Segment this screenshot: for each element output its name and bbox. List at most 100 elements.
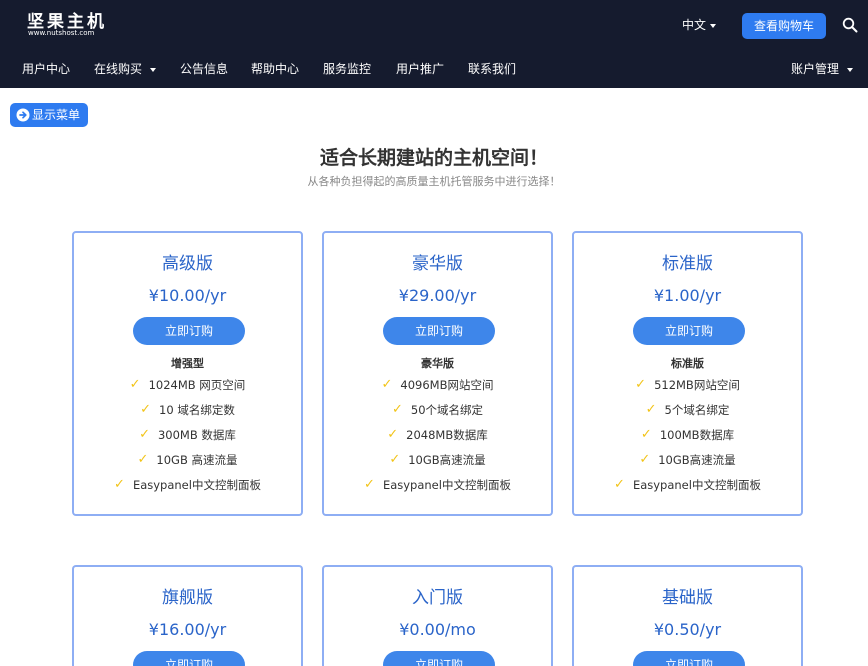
feature-item: ✓ 512MB网站空间 xyxy=(574,372,801,397)
plan-card-starter: 入门版 ¥0.00/mo 立即订购 xyxy=(322,565,553,666)
plan-name: 入门版 xyxy=(412,588,463,608)
check-icon: ✓ xyxy=(381,376,393,392)
feature-text: Easypanel中文控制面板 xyxy=(632,477,761,492)
feature-text: 5个域名绑定 xyxy=(664,402,730,417)
show-menu-button[interactable]: 显示菜单 xyxy=(10,103,88,127)
feature-item: ✓ 2048MB数据库 xyxy=(324,422,551,447)
view-cart-button[interactable]: 查看购物车 xyxy=(742,13,826,39)
nav-item-help-center[interactable]: 帮助中心 xyxy=(251,61,299,77)
order-button[interactable]: 立即订购 xyxy=(633,317,745,345)
order-button[interactable]: 立即订购 xyxy=(133,317,245,345)
check-icon: ✓ xyxy=(364,476,375,492)
feature-text: 10GB高速流量 xyxy=(408,452,486,467)
show-menu-label: 显示菜单 xyxy=(32,108,81,122)
search-icon[interactable] xyxy=(842,17,858,33)
nav-item-announcements[interactable]: 公告信息 xyxy=(180,61,228,77)
feature-list: ✓ 512MB网站空间 ✓ 5个域名绑定 ✓ 100MB数据库 ✓ 10GB高速流量 ✓… xyxy=(574,372,801,497)
plan-price: ¥29.00/yr xyxy=(398,286,477,305)
check-icon: ✓ xyxy=(614,476,625,492)
order-button[interactable]: 立即订购 xyxy=(383,317,495,345)
check-icon: ✓ xyxy=(645,401,657,417)
plan-price: ¥0.50/yr xyxy=(653,620,722,639)
plan-card-flagship: 旗舰版 ¥16.00/yr 立即订购 xyxy=(72,565,303,666)
feature-text: 2048MB数据库 xyxy=(406,427,488,442)
feature-item: ✓ Easypanel中文控制面板 xyxy=(324,472,551,497)
feature-item: ✓ 10GB高速流量 xyxy=(324,447,551,472)
account-menu-label: 账户管理 xyxy=(791,62,840,76)
order-button[interactable]: 立即订购 xyxy=(633,651,745,666)
feature-item: ✓ 100MB数据库 xyxy=(574,422,801,447)
feature-list: ✓ 1024MB 网页空间 ✓ 10 域名绑定数 ✓ 300MB 数据库 ✓ 10GB … xyxy=(74,372,301,497)
chevron-down-icon xyxy=(150,67,157,72)
nav-item-buy-online-label: 在线购买 xyxy=(94,62,143,76)
language-label: 中文 xyxy=(682,18,707,32)
plan-name: 高级版 xyxy=(162,254,213,274)
plan-name: 基础版 xyxy=(662,588,713,608)
page-subtitle: 从各种负担得起的高质量主机托管服务中进行选择！ xyxy=(307,175,561,188)
plan-price: ¥10.00/yr xyxy=(148,286,227,305)
feature-item: ✓ 10 域名绑定数 xyxy=(74,397,301,422)
feature-item: ✓ 10GB 高速流量 xyxy=(74,447,301,472)
nav-item-affiliate[interactable]: 用户推广 xyxy=(396,61,444,77)
check-icon: ✓ xyxy=(635,376,647,392)
account-menu[interactable]: 账户管理 xyxy=(791,61,854,77)
top-bar: 坚果主机 www.nutshost.com 中文 查看购物车 xyxy=(0,0,868,50)
plan-tier-label: 增强型 xyxy=(171,357,204,370)
check-icon: ✓ xyxy=(140,401,152,417)
main-nav: 用户中心 在线购买 公告信息 帮助中心 服务监控 用户推广 联系我们 账户管理 xyxy=(0,50,868,88)
nav-item-contact-us[interactable]: 联系我们 xyxy=(468,61,516,77)
plan-tier-label: 豪华版 xyxy=(421,357,454,370)
plan-card-basic: 基础版 ¥0.50/yr 立即订购 xyxy=(572,565,803,666)
feature-text: Easypanel中文控制面板 xyxy=(382,477,511,492)
chevron-down-icon xyxy=(710,23,717,28)
order-button[interactable]: 立即订购 xyxy=(133,651,245,666)
feature-text: 1024MB 网页空间 xyxy=(148,377,246,392)
feature-item: ✓ 1024MB 网页空间 xyxy=(74,372,301,397)
check-icon: ✓ xyxy=(640,426,652,442)
plan-card-premium: 高级版 ¥10.00/yr 立即订购 增强型 ✓ 1024MB 网页空间 ✓ 10 … xyxy=(72,231,303,516)
check-icon: ✓ xyxy=(387,426,399,442)
logo[interactable]: 坚果主机 www.nutshost.com xyxy=(27,12,111,40)
feature-item: ✓ 4096MB网站空间 xyxy=(324,372,551,397)
plan-card-deluxe: 豪华版 ¥29.00/yr 立即订购 豪华版 ✓ 4096MB网站空间 ✓ 50个域… xyxy=(322,231,553,516)
nav-item-buy-online[interactable]: 在线购买 xyxy=(94,61,157,77)
feature-item: ✓ Easypanel中文控制面板 xyxy=(74,472,301,497)
feature-text: 512MB网站空间 xyxy=(654,377,740,392)
feature-item: ✓ 300MB 数据库 xyxy=(74,422,301,447)
check-icon: ✓ xyxy=(114,476,125,492)
nav-item-service-monitor[interactable]: 服务监控 xyxy=(323,61,371,77)
chevron-down-icon xyxy=(847,67,854,72)
plan-tier-label: 标准版 xyxy=(671,357,704,370)
feature-list: ✓ 4096MB网站空间 ✓ 50个域名绑定 ✓ 2048MB数据库 ✓ 10GB高速流… xyxy=(324,372,551,497)
language-dropdown[interactable]: 中文 xyxy=(682,16,717,34)
plan-price: ¥0.00/mo xyxy=(399,620,476,639)
feature-text: 10 域名绑定数 xyxy=(159,402,235,417)
feature-text: 100MB数据库 xyxy=(659,427,735,442)
check-icon: ✓ xyxy=(391,401,403,417)
plan-name: 豪华版 xyxy=(412,254,463,274)
plan-name: 标准版 xyxy=(662,254,713,274)
feature-text: 4096MB网站空间 xyxy=(400,377,494,392)
page-title: 适合长期建站的主机空间！ xyxy=(319,147,548,169)
feature-item: ✓ 10GB高速流量 xyxy=(574,447,801,472)
feature-text: 50个域名绑定 xyxy=(410,402,484,417)
order-button[interactable]: 立即订购 xyxy=(383,651,495,666)
plan-price: ¥1.00/yr xyxy=(653,286,722,305)
feature-text: Easypanel中文控制面板 xyxy=(132,477,261,492)
logo-subtitle: www.nutshost.com xyxy=(28,29,95,37)
feature-item: ✓ 50个域名绑定 xyxy=(324,397,551,422)
check-icon: ✓ xyxy=(389,451,401,467)
feature-text: 10GB高速流量 xyxy=(658,452,736,467)
feature-item: ✓ 5个域名绑定 xyxy=(574,397,801,422)
feature-item: ✓ Easypanel中文控制面板 xyxy=(574,472,801,497)
feature-text: 300MB 数据库 xyxy=(157,427,236,442)
plan-card-standard: 标准版 ¥1.00/yr 立即订购 标准版 ✓ 512MB网站空间 ✓ 5个域名绑定… xyxy=(572,231,803,516)
check-icon: ✓ xyxy=(137,451,149,467)
check-icon: ✓ xyxy=(639,451,651,467)
nav-item-user-center[interactable]: 用户中心 xyxy=(22,61,70,77)
plan-price: ¥16.00/yr xyxy=(148,620,227,639)
feature-text: 10GB 高速流量 xyxy=(156,452,238,467)
check-icon: ✓ xyxy=(139,426,150,442)
check-icon: ✓ xyxy=(129,376,141,392)
arrow-right-circle-icon xyxy=(16,108,30,122)
